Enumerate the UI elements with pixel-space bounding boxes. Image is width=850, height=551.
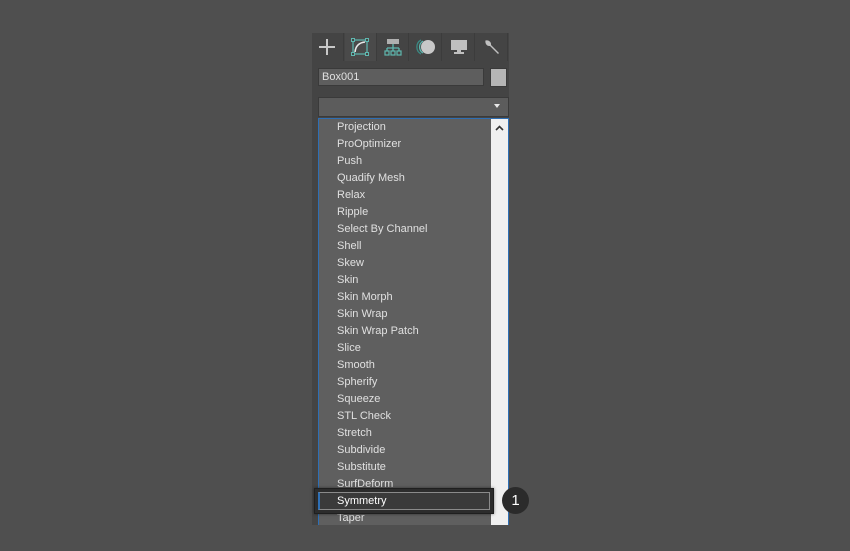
chevron-up-icon (495, 125, 504, 131)
list-item[interactable]: Subdivide (319, 442, 491, 459)
highlighted-modifier-symmetry[interactable]: Symmetry (314, 488, 494, 514)
tab-motion[interactable] (410, 33, 443, 61)
modify-curve-icon (351, 38, 370, 56)
object-name-field[interactable]: Box001 (318, 68, 484, 86)
object-color-swatch[interactable] (490, 68, 507, 87)
list-item[interactable]: Shell (319, 238, 491, 255)
scroll-up-button[interactable] (495, 124, 504, 132)
tab-utilities[interactable] (476, 33, 508, 61)
tab-hierarchy[interactable] (377, 33, 410, 61)
modifier-list-dropdown[interactable] (318, 97, 509, 117)
tab-modify[interactable] (344, 33, 377, 61)
list-item[interactable]: Slice (319, 340, 491, 357)
list-item[interactable]: STL Check (319, 408, 491, 425)
plus-icon (319, 39, 336, 55)
list-item[interactable]: Skin (319, 272, 491, 289)
list-item[interactable]: Squeeze (319, 391, 491, 408)
list-item[interactable]: Smooth (319, 357, 491, 374)
list-item[interactable]: Skin Wrap (319, 306, 491, 323)
dropdown-arrow-icon (494, 104, 500, 108)
list-item[interactable]: Skew (319, 255, 491, 272)
command-panel: Box001 Projection ProOptimizer Push Quadify… (312, 33, 509, 525)
modifier-list-scrollbar[interactable] (491, 119, 508, 525)
list-item[interactable]: ProOptimizer (319, 136, 491, 153)
list-item[interactable]: Select By Channel (319, 221, 491, 238)
command-panel-tabs (312, 33, 509, 61)
highlighted-item-label: Symmetry (337, 495, 387, 507)
list-item[interactable]: Stretch (319, 425, 491, 442)
list-item[interactable]: Substitute (319, 459, 491, 476)
list-item[interactable]: Push (319, 153, 491, 170)
tab-create[interactable] (312, 33, 344, 61)
wrench-icon (484, 40, 499, 54)
hierarchy-icon (384, 39, 402, 56)
list-item[interactable]: Relax (319, 187, 491, 204)
modifier-list-items: Projection ProOptimizer Push Quadify Mesh Re… (319, 119, 491, 525)
motion-icon (416, 39, 435, 55)
modifier-list: Projection ProOptimizer Push Quadify Mesh Re… (318, 118, 509, 525)
display-monitor-icon (450, 40, 467, 54)
list-item[interactable]: Spherify (319, 374, 491, 391)
list-item[interactable]: Ripple (319, 204, 491, 221)
tab-display[interactable] (443, 33, 476, 61)
list-item[interactable]: Skin Morph (319, 289, 491, 306)
step-number-badge: 1 (502, 487, 529, 514)
list-item[interactable]: Projection (319, 119, 491, 136)
list-item[interactable]: Skin Wrap Patch (319, 323, 491, 340)
list-item[interactable]: Quadify Mesh (319, 170, 491, 187)
